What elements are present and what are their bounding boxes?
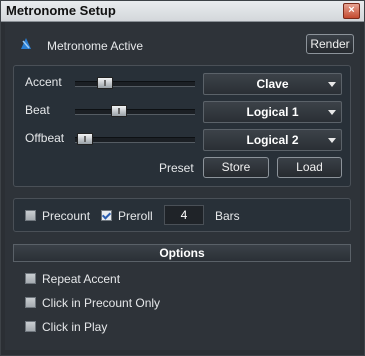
- offbeat-sound-dropdown[interactable]: Logical 2: [203, 129, 342, 151]
- preroll-label: Preroll: [118, 209, 153, 223]
- bars-input[interactable]: 4: [164, 205, 204, 225]
- title-bar: Metronome Setup ×: [1, 1, 364, 22]
- offbeat-label: Offbeat: [25, 131, 65, 145]
- repeat-accent-checkbox[interactable]: [25, 273, 36, 284]
- metronome-icon: [21, 38, 31, 49]
- chevron-down-icon: [328, 138, 336, 143]
- accent-slider[interactable]: [75, 74, 195, 92]
- offbeat-slider[interactable]: [75, 130, 195, 148]
- click-in-precount-only-label: Click in Precount Only: [42, 296, 161, 310]
- store-button[interactable]: Store: [203, 157, 269, 178]
- offbeat-slider-thumb[interactable]: [77, 133, 93, 145]
- click-in-play-label: Click in Play: [42, 320, 108, 334]
- accent-sound-value: Clave: [256, 77, 289, 91]
- chevron-down-icon: [328, 82, 336, 87]
- window-title: Metronome Setup: [6, 3, 116, 18]
- beat-slider-thumb[interactable]: [111, 105, 127, 117]
- offbeat-sound-value: Logical 2: [246, 133, 299, 147]
- accent-sound-dropdown[interactable]: Clave: [203, 73, 342, 95]
- accent-slider-thumb[interactable]: [97, 77, 113, 89]
- precount-label: Precount: [42, 209, 91, 223]
- beat-slider[interactable]: [75, 102, 195, 120]
- dialog-body: Metronome Active Render Accent Clave Bea…: [5, 22, 360, 350]
- precount-checkbox[interactable]: [25, 210, 36, 221]
- options-header: Options: [13, 244, 351, 262]
- repeat-accent-label: Repeat Accent: [42, 272, 121, 286]
- metronome-active-label: Metronome Active: [47, 39, 144, 53]
- close-button[interactable]: ×: [343, 3, 360, 19]
- beat-label: Beat: [25, 103, 50, 117]
- load-button[interactable]: Load: [277, 157, 342, 178]
- preroll-checkbox[interactable]: [101, 210, 112, 221]
- click-in-play-checkbox[interactable]: [25, 321, 36, 332]
- chevron-down-icon: [328, 110, 336, 115]
- click-in-precount-only-checkbox[interactable]: [25, 297, 36, 308]
- metronome-setup-window: Metronome Setup × Metronome Active Rende…: [0, 0, 365, 356]
- accent-label: Accent: [25, 75, 62, 89]
- preset-label: Preset: [159, 161, 194, 175]
- beat-sound-dropdown[interactable]: Logical 1: [203, 101, 342, 123]
- bars-label: Bars: [215, 209, 240, 223]
- beat-sound-value: Logical 1: [246, 105, 299, 119]
- render-button[interactable]: Render: [306, 34, 354, 54]
